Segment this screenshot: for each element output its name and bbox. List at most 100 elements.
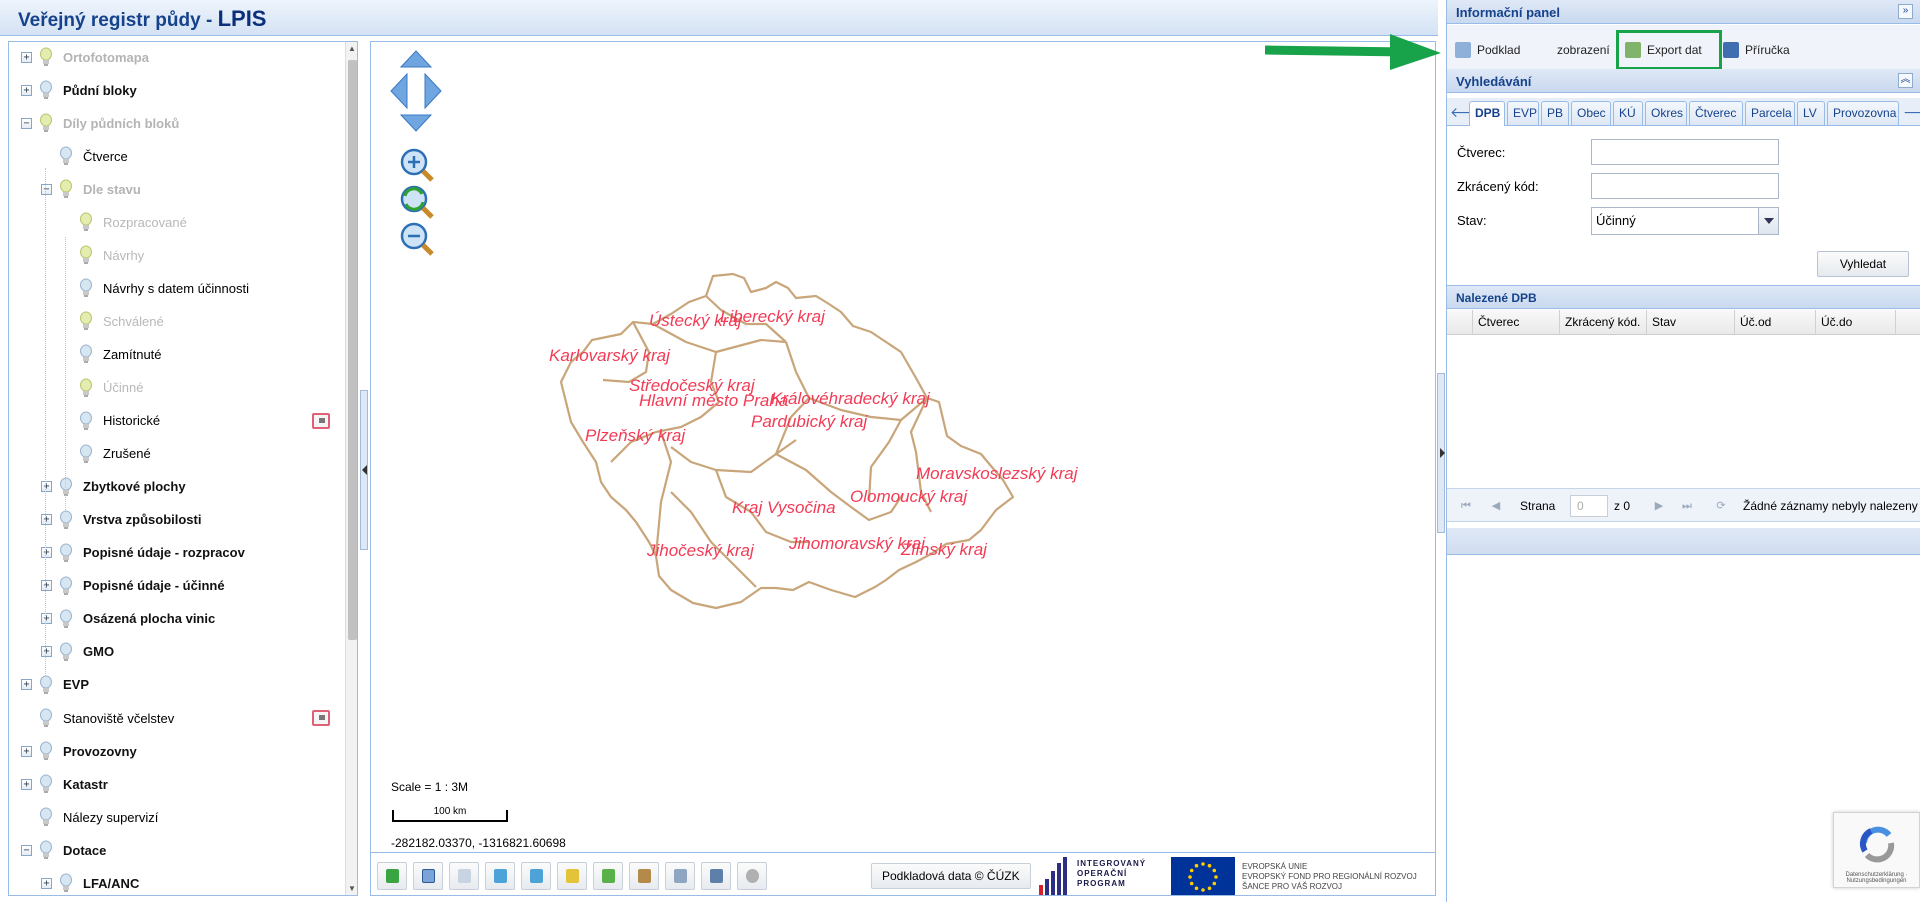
layer-visibility-bulb-icon[interactable] <box>79 311 93 331</box>
tree-item[interactable]: + Půdní bloky <box>21 78 137 102</box>
tree-expander-icon[interactable]: + <box>21 51 32 63</box>
collapse-panel-icon[interactable]: » <box>1898 4 1913 19</box>
collapse-left-panel-handle[interactable] <box>360 390 368 550</box>
tabs-scroll-left-icon[interactable]: 🡐 <box>1450 104 1488 120</box>
tree-expander-icon[interactable]: − <box>41 183 52 195</box>
measure-button[interactable] <box>449 862 479 890</box>
pan-down-icon[interactable] <box>399 114 433 132</box>
tree-item[interactable]: + Provozovny <box>21 739 137 763</box>
tree-item[interactable]: + GMO <box>41 640 114 664</box>
layer-visibility-bulb-icon[interactable] <box>79 245 93 265</box>
copyright-button[interactable]: Podkladová data © ČÚZK <box>871 863 1031 889</box>
tree-expander-icon[interactable]: + <box>21 84 32 96</box>
kod-input[interactable] <box>1591 173 1779 199</box>
collapse-search-icon[interactable]: ︽ <box>1898 73 1913 88</box>
pan-left-icon[interactable] <box>390 72 408 110</box>
chevron-down-icon[interactable] <box>1758 208 1778 234</box>
tree-item[interactable]: Historické <box>61 409 160 433</box>
ctverec-input[interactable] <box>1591 139 1779 165</box>
tree-expander-icon[interactable]: + <box>41 877 52 889</box>
tree-item[interactable]: Stanoviště včelstev <box>21 706 174 730</box>
zoom-in-icon[interactable] <box>400 148 434 182</box>
tree-item[interactable]: − Díly půdních bloků <box>21 111 179 135</box>
map-canvas[interactable]: Ústecký kraj Liberecký kraj Karlovarský … <box>371 42 1436 852</box>
layer-visibility-bulb-icon[interactable] <box>79 278 93 298</box>
tree-item[interactable]: Čtverce <box>41 144 128 168</box>
search-tab[interactable]: Obec <box>1571 101 1611 125</box>
tree-expander-icon[interactable]: + <box>41 547 52 559</box>
column-header[interactable]: Čtverec <box>1473 310 1560 335</box>
tree-item[interactable]: + Popisné údaje - rozpracov <box>41 541 245 565</box>
next-page-icon[interactable]: ▶ <box>1652 499 1666 513</box>
draw-line-button[interactable] <box>557 862 587 890</box>
layer-visibility-bulb-icon[interactable] <box>39 807 53 827</box>
basemap-button[interactable]: Podklad <box>1455 38 1520 62</box>
layer-visibility-bulb-icon[interactable] <box>59 609 73 629</box>
tree-item[interactable]: Návrhy <box>61 243 144 267</box>
mobile-button[interactable] <box>665 862 695 890</box>
layer-visibility-bulb-icon[interactable] <box>79 411 93 431</box>
layer-visibility-bulb-icon[interactable] <box>59 146 73 166</box>
tree-item[interactable]: Schválené <box>61 309 164 333</box>
tabs-scroll-right-icon[interactable]: 🡒 <box>1903 104 1920 120</box>
tree-item[interactable]: + EVP <box>21 673 89 697</box>
search-tab[interactable]: PB <box>1541 101 1569 125</box>
tree-item[interactable]: − Dle stavu <box>41 177 141 201</box>
layer-visibility-bulb-icon[interactable] <box>79 378 93 398</box>
column-header[interactable]: Úč.od <box>1735 310 1816 335</box>
tree-item[interactable]: Návrhy s datem účinnosti <box>61 276 249 300</box>
layer-visibility-bulb-icon[interactable] <box>39 774 53 794</box>
tree-item[interactable]: Zrušené <box>61 442 151 466</box>
tree-item[interactable]: Rozpracované <box>61 210 187 234</box>
tree-item[interactable]: + Katastr <box>21 772 108 796</box>
map-panel[interactable]: Ústecký kraj Liberecký kraj Karlovarský … <box>370 41 1436 896</box>
recaptcha-badge[interactable]: Datenschutzerklärung · Nutzungsbedingung… <box>1833 812 1920 888</box>
column-header[interactable]: Zkrácený kód. <box>1560 310 1647 335</box>
first-page-icon[interactable]: ⏮ <box>1459 499 1473 513</box>
column-header[interactable]: Stav <box>1647 310 1735 335</box>
layer-visibility-bulb-icon[interactable] <box>59 543 73 563</box>
history-back-button[interactable] <box>485 862 515 890</box>
search-tab[interactable]: DPB <box>1469 101 1505 126</box>
pan-right-icon[interactable] <box>424 72 442 110</box>
tree-item[interactable]: Účinné <box>61 376 143 400</box>
layer-visibility-bulb-icon[interactable] <box>39 708 53 728</box>
refresh-button[interactable] <box>377 862 407 890</box>
tree-item[interactable]: + Osázená plocha vinic <box>41 607 215 631</box>
tree-item[interactable]: Nálezy supervizí <box>21 805 158 829</box>
legend-icon[interactable] <box>312 710 330 726</box>
layer-visibility-bulb-icon[interactable] <box>79 212 93 232</box>
last-page-icon[interactable]: ⏭ <box>1680 499 1694 513</box>
layer-visibility-bulb-icon[interactable] <box>39 741 53 761</box>
tree-item[interactable]: + Zbytkové plochy <box>41 475 186 499</box>
tree-expander-icon[interactable]: + <box>41 613 52 625</box>
legend-icon[interactable] <box>312 412 330 429</box>
scrollbar-thumb[interactable] <box>348 60 357 640</box>
refresh-icon[interactable]: ⟳ <box>1714 499 1728 513</box>
tree-expander-icon[interactable]: − <box>21 117 32 129</box>
print-button[interactable] <box>701 862 731 890</box>
zoom-extent-icon[interactable] <box>400 185 434 219</box>
scroll-down-icon[interactable]: ▼ <box>348 884 356 893</box>
tree-item[interactable]: + LFA/ANC <box>41 871 139 895</box>
tree-expander-icon[interactable]: + <box>21 745 32 757</box>
search-tab[interactable]: Provozovna <box>1827 101 1899 125</box>
search-tab[interactable]: Čtverec <box>1689 101 1743 125</box>
tree-expander-icon[interactable]: + <box>41 580 52 592</box>
tree-item[interactable]: + Popisné údaje - účinné <box>41 574 225 598</box>
column-header[interactable]: Úč.do <box>1816 310 1896 335</box>
search-tab[interactable]: Okres <box>1645 101 1687 125</box>
tree-scrollbar[interactable]: ▲ ▼ <box>345 42 357 895</box>
tree-item[interactable]: − Dotace <box>21 838 106 862</box>
tree-expander-icon[interactable]: + <box>21 778 32 790</box>
tree-item[interactable]: Zamítnuté <box>61 342 162 366</box>
settings-button[interactable] <box>737 862 767 890</box>
tree-expander-icon[interactable]: + <box>41 481 52 493</box>
layer-visibility-bulb-icon[interactable] <box>59 873 73 893</box>
search-tab[interactable]: LV <box>1797 101 1825 125</box>
layer-visibility-bulb-icon[interactable] <box>59 510 73 530</box>
layer-visibility-bulb-icon[interactable] <box>39 840 53 860</box>
search-tab[interactable]: EVP <box>1507 101 1539 125</box>
layer-visibility-bulb-icon[interactable] <box>39 80 53 100</box>
manual-button[interactable]: Příručka <box>1723 38 1790 62</box>
